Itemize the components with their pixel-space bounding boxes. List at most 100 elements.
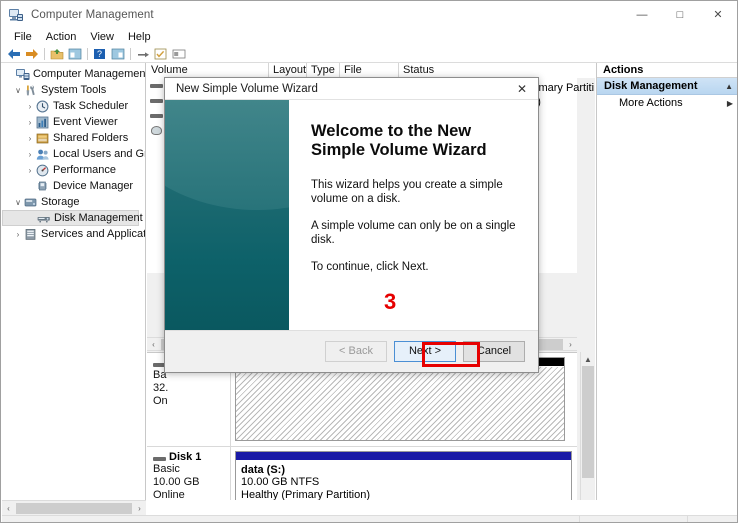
tree-item-local-users-and-groups[interactable]: › Local Users and Groups xyxy=(2,146,145,162)
dialog-paragraph-3: To continue, click Next. xyxy=(311,261,429,273)
partition-label: data (S:) xyxy=(241,464,285,476)
back-button[interactable]: < Back xyxy=(325,341,387,362)
tree-item-performance[interactable]: › Performance xyxy=(2,162,145,178)
actions-group-label: Disk Management xyxy=(604,80,698,92)
toolbar-separator xyxy=(44,48,45,60)
tree-item-label: System Tools xyxy=(41,84,107,96)
dialog-paragraph-1: This wizard helps you create a simple vo… xyxy=(311,179,503,205)
menu-bar: File Action View Help xyxy=(1,28,737,46)
tree-item-task-scheduler[interactable]: › Task Scheduler xyxy=(2,98,145,114)
tree-item-storage[interactable]: ∨ Storage xyxy=(2,194,145,210)
status-bar xyxy=(2,515,737,522)
console-tree: Computer Management (Local ∨ System Tool… xyxy=(2,63,145,242)
disk-info: Disk 1 Basic 10.00 GB Online xyxy=(147,447,231,500)
show-hide-console-tree-icon[interactable] xyxy=(66,47,83,62)
chevron-up-icon[interactable]: ▲ xyxy=(725,82,733,91)
console-tree-pane: Computer Management (Local ∨ System Tool… xyxy=(2,63,146,500)
partition-body xyxy=(236,367,564,440)
computer-icon xyxy=(16,68,30,81)
tree-item-services-and-applications[interactable]: › Services and Applications xyxy=(2,226,145,242)
disk-label: Disk 1 xyxy=(153,451,230,463)
storage-icon xyxy=(24,196,38,209)
column-header-type[interactable]: Type xyxy=(307,63,340,78)
sidebar-item-label: Disk Management xyxy=(54,212,143,224)
column-header-layout[interactable]: Layout xyxy=(269,63,307,78)
dialog-heading: Welcome to the New Simple Volume Wizard xyxy=(311,122,487,159)
export-list-icon[interactable] xyxy=(134,47,151,62)
action-more-actions[interactable]: More Actions ▶ xyxy=(597,95,737,111)
tree-item-label: Computer Management (Local xyxy=(33,68,146,80)
dialog-title: New Simple Volume Wizard xyxy=(176,82,318,95)
disk-icon xyxy=(150,110,163,121)
scroll-right-icon[interactable]: › xyxy=(133,504,146,513)
actions-pane-header: Actions xyxy=(597,63,737,78)
partition-body: data (S:) 10.00 GB NTFS Healthy (Primary… xyxy=(236,461,571,500)
disk-name: Disk 1 xyxy=(169,451,202,463)
dialog-button-bar: < Back Next > Cancel xyxy=(165,330,538,372)
cancel-button[interactable]: Cancel xyxy=(463,341,525,362)
column-header-file-system[interactable]: File System xyxy=(340,63,399,78)
chevron-right-icon[interactable]: ▶ xyxy=(727,99,733,108)
scroll-thumb[interactable] xyxy=(16,502,132,514)
partition-size: 10.00 GB NTFS xyxy=(241,476,320,488)
tree-item-event-viewer[interactable]: › Event Viewer xyxy=(2,114,145,130)
tree-item-label: Device Manager xyxy=(53,180,134,192)
scroll-right-icon[interactable]: › xyxy=(564,340,577,349)
disk-capacity: 10.00 GB xyxy=(153,476,200,488)
tree-item-label: Local Users and Groups xyxy=(53,148,145,160)
scroll-thumb[interactable] xyxy=(581,366,594,478)
close-button[interactable]: ✕ xyxy=(699,1,737,28)
chevron-right-icon: › xyxy=(28,117,32,127)
sidebar-item-disk-management[interactable]: Disk Management xyxy=(2,210,143,226)
next-button[interactable]: Next > xyxy=(394,341,456,362)
tree-item-computer-management[interactable]: Computer Management (Local xyxy=(2,66,145,82)
scroll-up-icon[interactable]: ▲ xyxy=(581,352,596,366)
device-manager-icon xyxy=(36,180,50,193)
maximize-button[interactable]: □ xyxy=(661,1,699,28)
users-icon xyxy=(36,148,50,161)
up-one-level-icon[interactable] xyxy=(48,47,65,62)
disk-icon xyxy=(150,95,163,106)
menu-view[interactable]: View xyxy=(83,30,121,44)
tree-item-shared-folders[interactable]: › Shared Folders xyxy=(2,130,145,146)
refresh-icon[interactable] xyxy=(109,47,126,62)
clock-icon xyxy=(36,100,50,113)
back-icon[interactable] xyxy=(5,47,22,62)
tree-item-label: Performance xyxy=(53,164,116,176)
tree-item-device-manager[interactable]: Device Manager xyxy=(2,178,145,194)
close-icon[interactable]: ✕ xyxy=(506,78,538,99)
banner-arc xyxy=(165,100,289,210)
help-icon[interactable]: ? xyxy=(91,47,108,62)
wizard-banner-image xyxy=(165,100,289,332)
new-simple-volume-wizard-dialog: New Simple Volume Wizard ✕ Welcome to th… xyxy=(164,77,539,373)
disk-view-vertical-scrollbar[interactable]: ▲ ▼ xyxy=(580,352,595,500)
chevron-right-icon: › xyxy=(16,229,20,239)
window-controls: — □ ✕ xyxy=(623,1,737,28)
menu-file[interactable]: File xyxy=(7,30,39,44)
column-header-status[interactable]: Status xyxy=(399,63,595,78)
menu-help[interactable]: Help xyxy=(121,30,158,44)
tree-item-label: Services and Applications xyxy=(41,228,146,240)
properties-icon[interactable] xyxy=(152,47,169,62)
scroll-left-icon[interactable]: ‹ xyxy=(2,504,15,513)
annotation-step-number: 3 xyxy=(384,289,397,314)
minimize-button[interactable]: — xyxy=(623,1,661,28)
forward-icon[interactable] xyxy=(23,47,40,62)
toolbar: ? xyxy=(1,46,737,63)
tree-horizontal-scrollbar[interactable]: ‹ › xyxy=(2,500,146,515)
toolbar-separator xyxy=(87,48,88,60)
tree-item-system-tools[interactable]: ∨ System Tools xyxy=(2,82,145,98)
menu-action[interactable]: Action xyxy=(39,30,84,44)
chevron-right-icon: › xyxy=(28,101,32,111)
disk-icon xyxy=(150,80,163,91)
title-bar: Computer Management — □ ✕ xyxy=(1,1,737,28)
scroll-left-icon[interactable]: ‹ xyxy=(147,340,160,349)
partition-data-s[interactable]: data (S:) 10.00 GB NTFS Healthy (Primary… xyxy=(235,451,572,500)
chevron-right-icon: › xyxy=(28,133,32,143)
tree-item-label: Storage xyxy=(41,196,80,208)
scroll-track[interactable] xyxy=(581,366,596,500)
disk-row-disk-1[interactable]: Disk 1 Basic 10.00 GB Online data (S:) 1… xyxy=(147,447,577,500)
column-header-volume[interactable]: Volume xyxy=(147,63,269,78)
show-hide-action-pane-icon[interactable] xyxy=(170,47,187,62)
actions-group-disk-management[interactable]: Disk Management ▲ xyxy=(597,78,737,95)
